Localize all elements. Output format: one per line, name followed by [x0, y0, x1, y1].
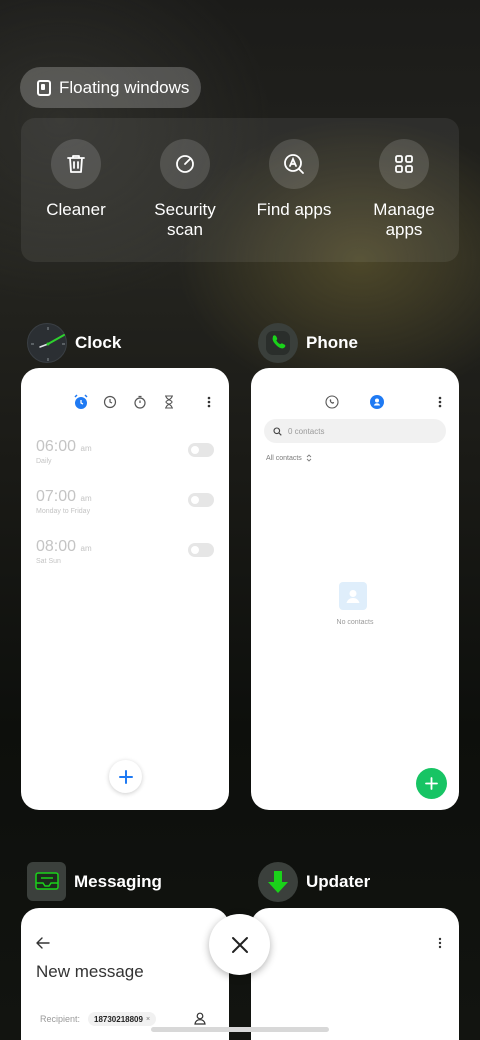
floating-window-icon — [37, 79, 51, 96]
clock-app-icon — [27, 323, 67, 363]
cleaner-button[interactable]: Cleaner — [26, 139, 126, 220]
alarm-time: 06:00 — [36, 438, 77, 455]
security-scan-label: Security scan — [154, 200, 216, 239]
call-log-tab-icon[interactable] — [325, 395, 339, 409]
remove-recipient-icon[interactable]: × — [146, 1016, 150, 1023]
add-alarm-button[interactable] — [109, 760, 142, 793]
phone-app-card[interactable]: 0 contacts All contacts No contacts — [251, 368, 459, 810]
phone-more-icon[interactable] — [438, 395, 442, 409]
alarm-tab-icon[interactable] — [73, 394, 89, 410]
alarm-item[interactable]: 07:00 am Monday to Friday — [36, 488, 214, 515]
plus-icon — [118, 769, 133, 784]
updater-app-icon — [258, 862, 298, 902]
recipient-label: Recipient: — [40, 1014, 81, 1024]
alarm-toggle[interactable] — [188, 543, 214, 557]
alarm-ampm: am — [80, 444, 92, 453]
alarm-ampm: am — [80, 494, 92, 503]
clock-app-card[interactable]: 06:00 am Daily 07:00 am Monday to Friday… — [21, 368, 229, 810]
manage-apps-icon — [379, 139, 429, 189]
updater-app-header[interactable]: Updater — [258, 862, 370, 902]
find-apps-button[interactable]: Find apps — [244, 139, 344, 220]
world-clock-tab-icon[interactable] — [103, 395, 117, 409]
find-apps-icon — [269, 139, 319, 189]
find-apps-label: Find apps — [256, 200, 332, 219]
security-scan-button[interactable]: Security scan — [135, 139, 235, 240]
contacts-tab-icon[interactable] — [370, 395, 384, 409]
floating-windows-label: Floating windows — [59, 77, 190, 97]
phone-app-icon — [258, 323, 298, 363]
messaging-app-card[interactable]: New message Recipient: 18730218809 × — [21, 908, 229, 1040]
new-message-title: New message — [36, 962, 144, 981]
clock-tab-bar — [21, 392, 229, 412]
alarm-repeat: Monday to Friday — [36, 508, 91, 515]
alarm-time: 08:00 — [36, 538, 77, 555]
manage-apps-button[interactable]: Manage apps — [354, 139, 454, 240]
updater-app-card[interactable] — [251, 908, 459, 1040]
manage-apps-label: Manage apps — [373, 200, 435, 239]
updater-app-name: Updater — [306, 872, 371, 891]
floating-windows-button[interactable]: Floating windows — [20, 67, 201, 108]
timer-tab-icon[interactable] — [163, 395, 175, 409]
security-scan-icon — [160, 139, 210, 189]
alarm-item[interactable]: 08:00 am Sat Sun — [36, 538, 214, 565]
phone-app-name: Phone — [306, 333, 358, 352]
recipient-chip[interactable]: 18730218809 × — [88, 1012, 157, 1026]
home-indicator[interactable] — [151, 1027, 329, 1032]
quick-tools-panel: Cleaner Security scan Find apps Manage a… — [21, 118, 459, 262]
add-contact-button[interactable] — [416, 768, 447, 799]
alarm-toggle[interactable] — [188, 493, 214, 507]
plus-icon — [425, 777, 438, 790]
close-all-button[interactable] — [209, 914, 270, 975]
cleaner-label: Cleaner — [46, 200, 106, 219]
messaging-app-icon — [27, 862, 66, 901]
clock-app-header[interactable]: Clock — [27, 323, 121, 363]
back-arrow-icon[interactable] — [36, 937, 50, 949]
alarm-ampm: am — [80, 544, 92, 553]
sort-arrows-icon — [306, 454, 312, 462]
alarm-toggle[interactable] — [188, 443, 214, 457]
alarm-repeat: Daily — [36, 458, 52, 465]
add-contact-icon[interactable] — [194, 1012, 206, 1025]
clock-more-icon[interactable] — [207, 395, 211, 409]
search-icon — [273, 426, 282, 436]
alarm-repeat: Sat Sun — [36, 558, 61, 565]
contact-filter-label: All contacts — [266, 454, 302, 462]
messaging-app-name: Messaging — [74, 871, 162, 891]
phone-app-header[interactable]: Phone — [258, 323, 358, 363]
search-placeholder: 0 contacts — [288, 426, 325, 436]
stopwatch-tab-icon[interactable] — [133, 395, 147, 409]
empty-contacts-text: No contacts — [336, 619, 374, 626]
close-icon — [231, 936, 248, 953]
messaging-app-header[interactable]: Messaging — [27, 862, 162, 901]
alarm-item[interactable]: 06:00 am Daily — [36, 438, 214, 465]
clock-app-name: Clock — [75, 333, 122, 352]
contact-search-input[interactable]: 0 contacts — [264, 419, 446, 443]
empty-contacts-icon — [339, 582, 367, 610]
recipient-number: 18730218809 — [94, 1014, 143, 1024]
contact-filter-dropdown[interactable]: All contacts — [266, 454, 312, 462]
trash-icon — [51, 139, 101, 189]
alarm-time: 07:00 — [36, 488, 77, 505]
updater-more-icon[interactable] — [438, 937, 442, 949]
